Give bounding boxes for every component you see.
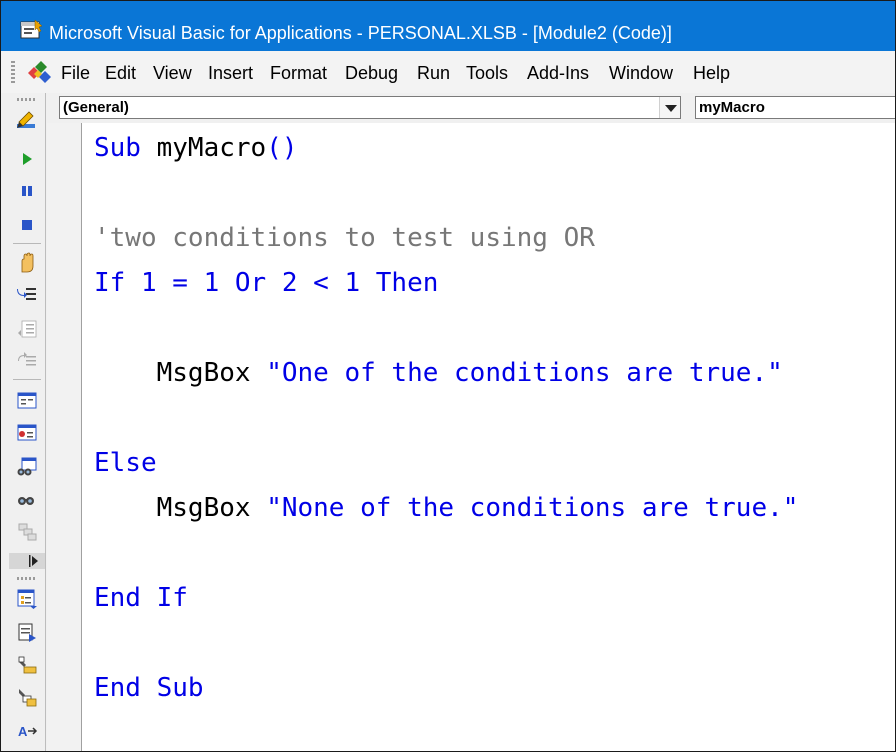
toolbar-grip[interactable]: [17, 577, 37, 580]
design-mode-icon[interactable]: [14, 107, 40, 131]
procedure-combo-value: myMacro: [699, 99, 765, 116]
comment: 'two conditions to test using OR: [94, 223, 595, 253]
locals-window-icon[interactable]: [14, 389, 40, 413]
function-call: MsgBox: [94, 493, 267, 523]
vba-project-icon[interactable]: [25, 59, 53, 85]
menu-bar: File Edit View Insert Format Debug Run T…: [1, 51, 895, 93]
code-editor[interactable]: Sub myMacro() 'two conditions to test us…: [94, 123, 895, 751]
string-literal: "None of the conditions are true.": [266, 493, 799, 523]
toolbox-icon[interactable]: [14, 685, 40, 709]
vba-editor-icon: [20, 19, 43, 39]
step-into-icon[interactable]: [14, 283, 40, 307]
watch-window-icon[interactable]: [14, 455, 40, 479]
keyword: End If: [94, 583, 188, 613]
menu-insert[interactable]: Insert: [208, 63, 253, 83]
punctuation: (): [266, 133, 298, 163]
menu-help[interactable]: Help: [693, 63, 730, 83]
chevron-down-icon: [665, 105, 677, 112]
toggle-breakpoint-icon[interactable]: [14, 251, 40, 275]
title-bar: Microsoft Visual Basic for Applications …: [1, 1, 895, 51]
project-explorer-icon[interactable]: [14, 587, 40, 611]
keyword: End Sub: [94, 673, 204, 703]
toolbar-separator: [13, 243, 41, 244]
menu-view[interactable]: View: [153, 63, 192, 83]
immediate-window-icon[interactable]: [14, 421, 40, 445]
code-line: Else: [94, 448, 157, 478]
break-icon[interactable]: [14, 179, 40, 203]
object-combo-value: (General): [63, 99, 129, 116]
code-line: 'two conditions to test using OR: [94, 223, 595, 253]
vba-editor-window: Microsoft Visual Basic for Applications …: [0, 0, 896, 752]
menu-bar-grip[interactable]: [11, 61, 15, 83]
procedure-bar: (General) myMacro: [47, 93, 895, 123]
run-icon[interactable]: [14, 147, 40, 171]
procedure-combo[interactable]: myMacro: [695, 96, 895, 119]
menu-run[interactable]: Run: [417, 63, 450, 83]
svg-text:A: A: [18, 724, 28, 739]
code-line: End Sub: [94, 673, 204, 703]
expression: 2 < 1: [266, 268, 376, 298]
menu-tools[interactable]: Tools: [466, 63, 508, 83]
code-line: Sub myMacro(): [94, 133, 298, 163]
code-window: (General) myMacro Sub myMacro() 'two con…: [47, 93, 895, 751]
combo-dropdown-button[interactable]: [659, 97, 680, 118]
menu-debug[interactable]: Debug: [345, 63, 398, 83]
menu-edit[interactable]: Edit: [105, 63, 136, 83]
debug-toolbar: A: [1, 93, 46, 751]
keyword: If: [94, 268, 126, 298]
code-line: If 1 = 1 Or 2 < 1 Then: [94, 268, 438, 298]
menu-file[interactable]: File: [61, 63, 90, 83]
toolbar-overflow-button[interactable]: [9, 553, 45, 569]
keyword: Then: [375, 268, 439, 298]
margin-indicator-bar[interactable]: [47, 123, 82, 751]
reset-icon[interactable]: [14, 213, 40, 237]
expression: 1 = 1: [125, 268, 235, 298]
menu-window[interactable]: Window: [609, 63, 673, 83]
toolbar-grip[interactable]: [17, 98, 37, 101]
keyword: Sub: [94, 133, 141, 163]
string-literal: "One of the conditions are true.": [266, 358, 783, 388]
code-line: MsgBox "None of the conditions are true.…: [94, 493, 799, 523]
window-title: Microsoft Visual Basic for Applications …: [49, 23, 672, 43]
menu-format[interactable]: Format: [270, 63, 327, 83]
keyword: Or: [234, 268, 267, 298]
function-call: MsgBox: [94, 358, 267, 388]
sort-icon[interactable]: A: [14, 719, 40, 743]
step-over-icon[interactable]: [14, 317, 40, 341]
menu-add-ins[interactable]: Add-Ins: [527, 63, 589, 83]
code-line: MsgBox "One of the conditions are true.": [94, 358, 783, 388]
toolbar-separator: [13, 379, 41, 380]
quick-watch-icon[interactable]: [14, 487, 40, 511]
call-stack-icon[interactable]: [14, 519, 40, 543]
keyword: Else: [94, 448, 157, 478]
object-combo[interactable]: (General): [59, 96, 681, 119]
identifier: myMacro: [140, 133, 267, 163]
object-browser-icon[interactable]: [14, 653, 40, 677]
properties-window-icon[interactable]: [14, 621, 40, 645]
step-out-icon[interactable]: [14, 349, 40, 373]
code-line: End If: [94, 583, 188, 613]
